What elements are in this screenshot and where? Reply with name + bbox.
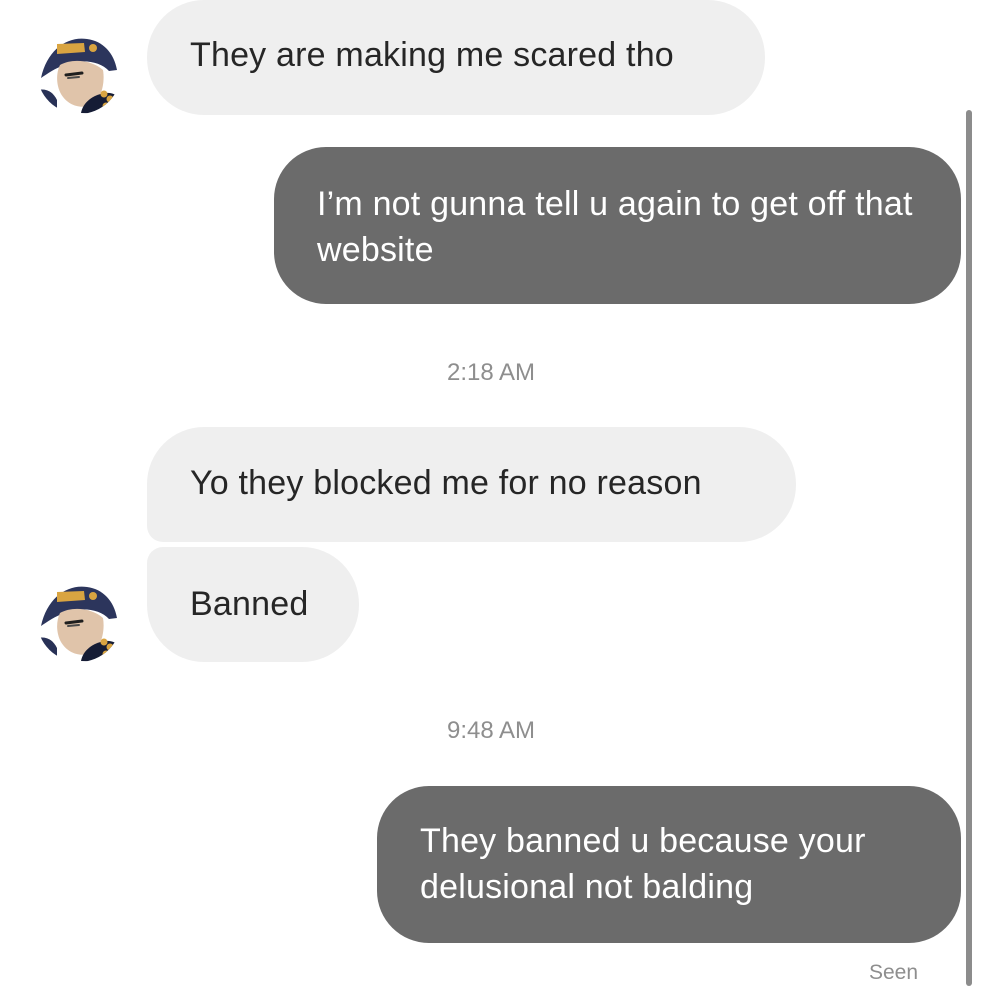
message-text: I’m not gunna tell u again to get off th… <box>317 185 913 269</box>
scrollbar[interactable] <box>966 110 972 986</box>
outgoing-message[interactable]: They banned u because your delusional no… <box>377 786 961 943</box>
seen-status: Seen <box>868 961 918 984</box>
incoming-message[interactable]: Banned <box>147 547 359 662</box>
avatar-icon-art <box>37 578 121 662</box>
message-text: They banned u because your delusional no… <box>420 822 866 906</box>
avatar-icon[interactable] <box>37 578 121 662</box>
message-text: Yo they blocked me for no reason <box>190 464 702 502</box>
chat-thread[interactable]: They are making me scared tho I’m not gu… <box>0 0 982 1000</box>
avatar-icon[interactable] <box>37 30 121 114</box>
message-text: Banned <box>190 585 309 623</box>
avatar-icon-art <box>37 30 121 114</box>
incoming-message[interactable]: Yo they blocked me for no reason <box>147 427 796 542</box>
message-timestamp: 2:18 AM <box>446 359 536 386</box>
message-timestamp: 9:48 AM <box>446 717 536 744</box>
outgoing-message[interactable]: I’m not gunna tell u again to get off th… <box>274 147 961 304</box>
message-text: They are making me scared tho <box>190 36 674 74</box>
incoming-message[interactable]: They are making me scared tho <box>147 0 765 115</box>
